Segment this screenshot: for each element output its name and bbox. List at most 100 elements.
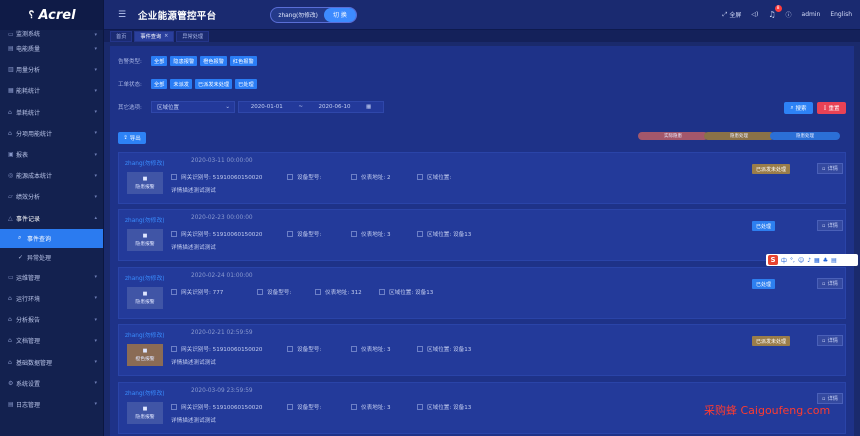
keyboard-icon[interactable]: ▦ — [814, 257, 820, 264]
sidebar-item-base-data[interactable]: ⌂ 基础数据管理 ▾ — [0, 351, 103, 372]
help-button[interactable]: ⓘ — [786, 10, 792, 19]
sidebar-subitem-event-query[interactable]: ⌕ 事件查询 — [0, 228, 103, 248]
sidebar-item-energy-stats[interactable]: ▦ 能耗统计 ▾ — [0, 80, 103, 101]
status-legend: 实际隐患 隐患处理 隐患处理 — [638, 132, 840, 140]
user-menu[interactable]: admin — [802, 11, 821, 18]
detail-button[interactable]: ▫ 详情 — [817, 278, 843, 289]
work-status-chip-undispatched[interactable]: 未派发 — [170, 79, 192, 89]
sidebar-item-power-quality[interactable]: ▤ 电能质量 ▾ — [0, 38, 103, 59]
company-switcher: zhang(勿修改) 切 换 — [270, 6, 357, 23]
mic-icon[interactable]: ♪ — [807, 257, 811, 264]
event-time: 2020-02-21 02:59:59 — [191, 330, 253, 336]
event-user[interactable]: zhang(勿修改) — [125, 158, 165, 167]
date-start: 2020-01-01 — [250, 104, 283, 110]
event-user[interactable]: zhang(勿修改) — [125, 388, 165, 397]
report-icon: ▣ — [8, 151, 14, 159]
alarm-icon: ■ — [142, 176, 148, 182]
switch-company-button[interactable]: 切 换 — [323, 7, 356, 22]
event-user[interactable]: zhang(勿修改) — [125, 330, 165, 339]
skin-icon[interactable]: ♣ — [823, 257, 828, 264]
device-field: 设备型号: — [287, 403, 321, 411]
event-type-badge: ■ 橙色报警 — [127, 344, 163, 366]
device-field: 设备型号: — [287, 173, 321, 181]
chevron-down-icon: ▾ — [94, 172, 97, 179]
chevron-down-icon: ▾ — [94, 274, 97, 281]
sidebar-item-itemized-stats[interactable]: ⌂ 分项用能统计 ▾ — [0, 123, 103, 144]
alarm-type-filter: 告警类型: 全部 隐患报警 橙色报警 红色报警 — [118, 56, 257, 66]
ime-toolbar[interactable]: S 中 °, ☺ ♪ ▦ ♣ ▤ — [766, 254, 858, 266]
close-icon[interactable]: × — [164, 33, 168, 39]
area-field: 区域位置: 设备13 — [417, 230, 471, 238]
ime-mode[interactable]: 中 — [781, 256, 787, 265]
sidebar-item-system-settings[interactable]: ⚙ 系统设置 ▾ — [0, 373, 103, 394]
tab-home[interactable]: 首页 — [110, 30, 133, 42]
acrel-logo[interactable]: ␦ Acrel — [0, 0, 103, 30]
sidebar-item-cost-stats[interactable]: ◎ 能源成本统计 ▾ — [0, 165, 103, 186]
detail-button[interactable]: ▫ 详情 — [817, 163, 843, 174]
detail-button[interactable]: ▫ 详情 — [817, 220, 843, 231]
punctuation-icon[interactable]: °, — [790, 257, 795, 264]
sidebar-item-environment[interactable]: ⌂ 运行环境 ▾ — [0, 288, 103, 309]
chevron-down-icon: ▾ — [94, 87, 97, 94]
device-field: 设备型号: — [287, 345, 321, 353]
sidebar-item-monitor[interactable]: ▭ 监测系统 ▾ — [0, 30, 103, 38]
gear-icon: ⚙ — [8, 379, 14, 387]
field-icon — [417, 174, 423, 180]
event-user[interactable]: zhang(勿修改) — [125, 215, 165, 224]
tab-exception[interactable]: 异常处理 — [176, 30, 210, 42]
alarm-type-chip-all[interactable]: 全部 — [151, 56, 168, 66]
sidebar-item-event-record[interactable]: △ 事件记录 ▴ — [0, 208, 103, 229]
lock-icon: ⌂ — [8, 316, 12, 324]
date-range-picker[interactable]: 2020-01-01 ~ 2020-06-10 ▦ — [238, 101, 384, 113]
search-button[interactable]: ⌕ 搜索 — [784, 102, 813, 114]
sidebar-subitem-exception[interactable]: ✓ 异常处理 — [0, 248, 103, 267]
work-status-chip-dispatched[interactable]: 已派发未处理 — [194, 79, 233, 89]
event-description: 详情描述测试测试 — [171, 245, 216, 251]
area-select[interactable]: 区域位置 ⌄ — [151, 101, 235, 113]
notification-badge: 8 — [774, 5, 782, 12]
event-type-badge: ■ 隐患报警 — [127, 287, 163, 309]
notification-button[interactable]: ♫ 8 — [768, 5, 782, 19]
lock-icon: ⌂ — [8, 294, 12, 302]
event-time: 2020-02-24 01:00:00 — [191, 273, 253, 279]
lock-icon: ⌂ — [8, 129, 12, 137]
chevron-down-icon: ⌄ — [225, 104, 230, 110]
chevron-down-icon: ▾ — [94, 380, 97, 387]
sidebar-item-log-management[interactable]: ▤ 日志管理 ▾ — [0, 394, 103, 415]
event-time: 2020-03-09 23:59:59 — [191, 388, 253, 394]
sidebar-item-unit-consumption[interactable]: ⌂ 单耗统计 ▾ — [0, 102, 103, 123]
sound-toggle[interactable]: ◁) — [751, 11, 758, 18]
menu-toggle-icon[interactable]: ☰ — [112, 10, 132, 20]
alarm-icon: ■ — [142, 291, 148, 297]
emoji-icon[interactable]: ☺ — [798, 257, 804, 264]
detail-button[interactable]: ▫ 详情 — [817, 335, 843, 346]
alarm-type-chip-orange[interactable]: 橙色报警 — [200, 56, 227, 66]
meter-field: 仪表地址: 3 — [351, 403, 391, 411]
tab-event-query[interactable]: 事件查询 × — [134, 30, 175, 42]
reset-button[interactable]: ▯ 重置 — [817, 102, 846, 114]
search-icon: ⌕ — [790, 104, 794, 111]
alarm-type-chip-hidden[interactable]: 隐患报警 — [170, 56, 198, 66]
language-switch[interactable]: English — [830, 11, 852, 18]
sidebar-item-documents[interactable]: ⌂ 文档管理 ▾ — [0, 330, 103, 351]
event-type-badge: ■ 隐患报警 — [127, 172, 163, 194]
event-user[interactable]: zhang(勿修改) — [125, 273, 165, 282]
sidebar-item-analysis-report[interactable]: ⌂ 分析报告 ▾ — [0, 309, 103, 330]
sidebar-item-report[interactable]: ▣ 报表 ▾ — [0, 144, 103, 165]
export-icon: ⇪ — [123, 135, 128, 141]
search-icon: ⌕ — [18, 234, 22, 242]
tools-icon[interactable]: ▤ — [831, 257, 837, 264]
folder-icon: ▱ — [8, 193, 13, 201]
sidebar-item-performance[interactable]: ▱ 绩效分析 ▾ — [0, 186, 103, 207]
fullscreen-button[interactable]: ⤢ 全屏 — [723, 10, 742, 20]
field-icon — [351, 346, 357, 352]
chevron-down-icon: ▾ — [94, 401, 97, 408]
export-button[interactable]: ⇪ 导出 — [118, 132, 146, 144]
event-description: 详情描述测试测试 — [171, 418, 216, 424]
sidebar-item-maintenance[interactable]: ▭ 运维管理 ▾ — [0, 267, 103, 288]
work-status-filter: 工单状态: 全部 未派发 已派发未处理 已处理 — [118, 79, 257, 89]
alarm-type-chip-red[interactable]: 红色报警 — [229, 56, 257, 66]
work-status-chip-all[interactable]: 全部 — [151, 79, 168, 89]
work-status-chip-handled[interactable]: 已处理 — [235, 79, 257, 89]
sidebar-item-usage-analysis[interactable]: ▥ 用量分析 ▾ — [0, 59, 103, 80]
